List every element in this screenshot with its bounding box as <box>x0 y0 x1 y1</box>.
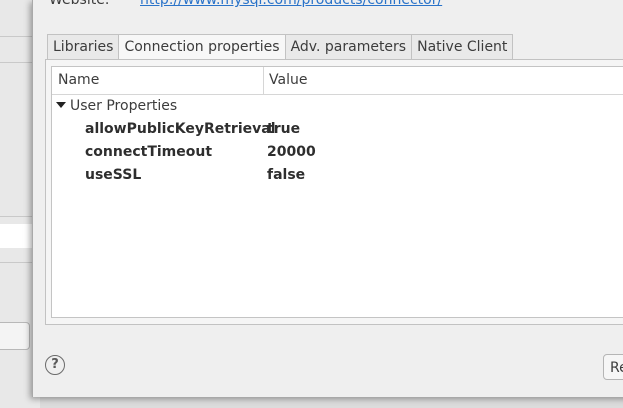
property-name: allowPublicKeyRetrieval <box>85 121 276 137</box>
tab-native-client[interactable]: Native Client <box>411 34 514 59</box>
property-value[interactable]: 20000 <box>267 141 316 163</box>
table-row[interactable]: connectTimeout 20000 <box>52 141 623 163</box>
column-header-value[interactable]: Value <box>269 67 307 94</box>
table-header: Name Value <box>52 67 623 95</box>
website-label: Website: <box>49 0 110 8</box>
property-name: useSSL <box>85 167 142 183</box>
column-separator[interactable] <box>263 67 264 94</box>
driver-settings-dialog: Website: http://www.mysql.com/products/c… <box>32 0 623 397</box>
tree-group-label: User Properties <box>70 98 178 114</box>
table-row[interactable]: allowPublicKeyRetrieval true <box>52 118 623 140</box>
connection-properties-panel: Name Value User Properties allowPublicKe… <box>45 59 623 325</box>
table-row[interactable]: useSSL false <box>52 164 623 186</box>
question-circle-icon[interactable]: ? <box>45 355 65 375</box>
property-value[interactable]: true <box>267 118 300 140</box>
tab-libraries[interactable]: Libraries <box>47 34 120 59</box>
tree-group-user-properties[interactable]: User Properties <box>56 95 177 117</box>
properties-tree-table[interactable]: Name Value User Properties allowPublicKe… <box>51 66 623 318</box>
background-button[interactable] <box>0 322 30 350</box>
property-value[interactable]: false <box>267 164 305 186</box>
website-link[interactable]: http://www.mysql.com/products/connector/ <box>140 0 442 8</box>
reset-button[interactable]: Re <box>603 354 623 380</box>
tab-adv-parameters[interactable]: Adv. parameters <box>284 34 413 59</box>
tab-connection-properties[interactable]: Connection properties <box>118 34 286 60</box>
triangle-down-icon[interactable] <box>56 102 66 108</box>
column-header-name[interactable]: Name <box>58 67 99 94</box>
tab-bar: Libraries Connection properties Adv. par… <box>47 34 514 60</box>
property-name: connectTimeout <box>85 144 213 160</box>
